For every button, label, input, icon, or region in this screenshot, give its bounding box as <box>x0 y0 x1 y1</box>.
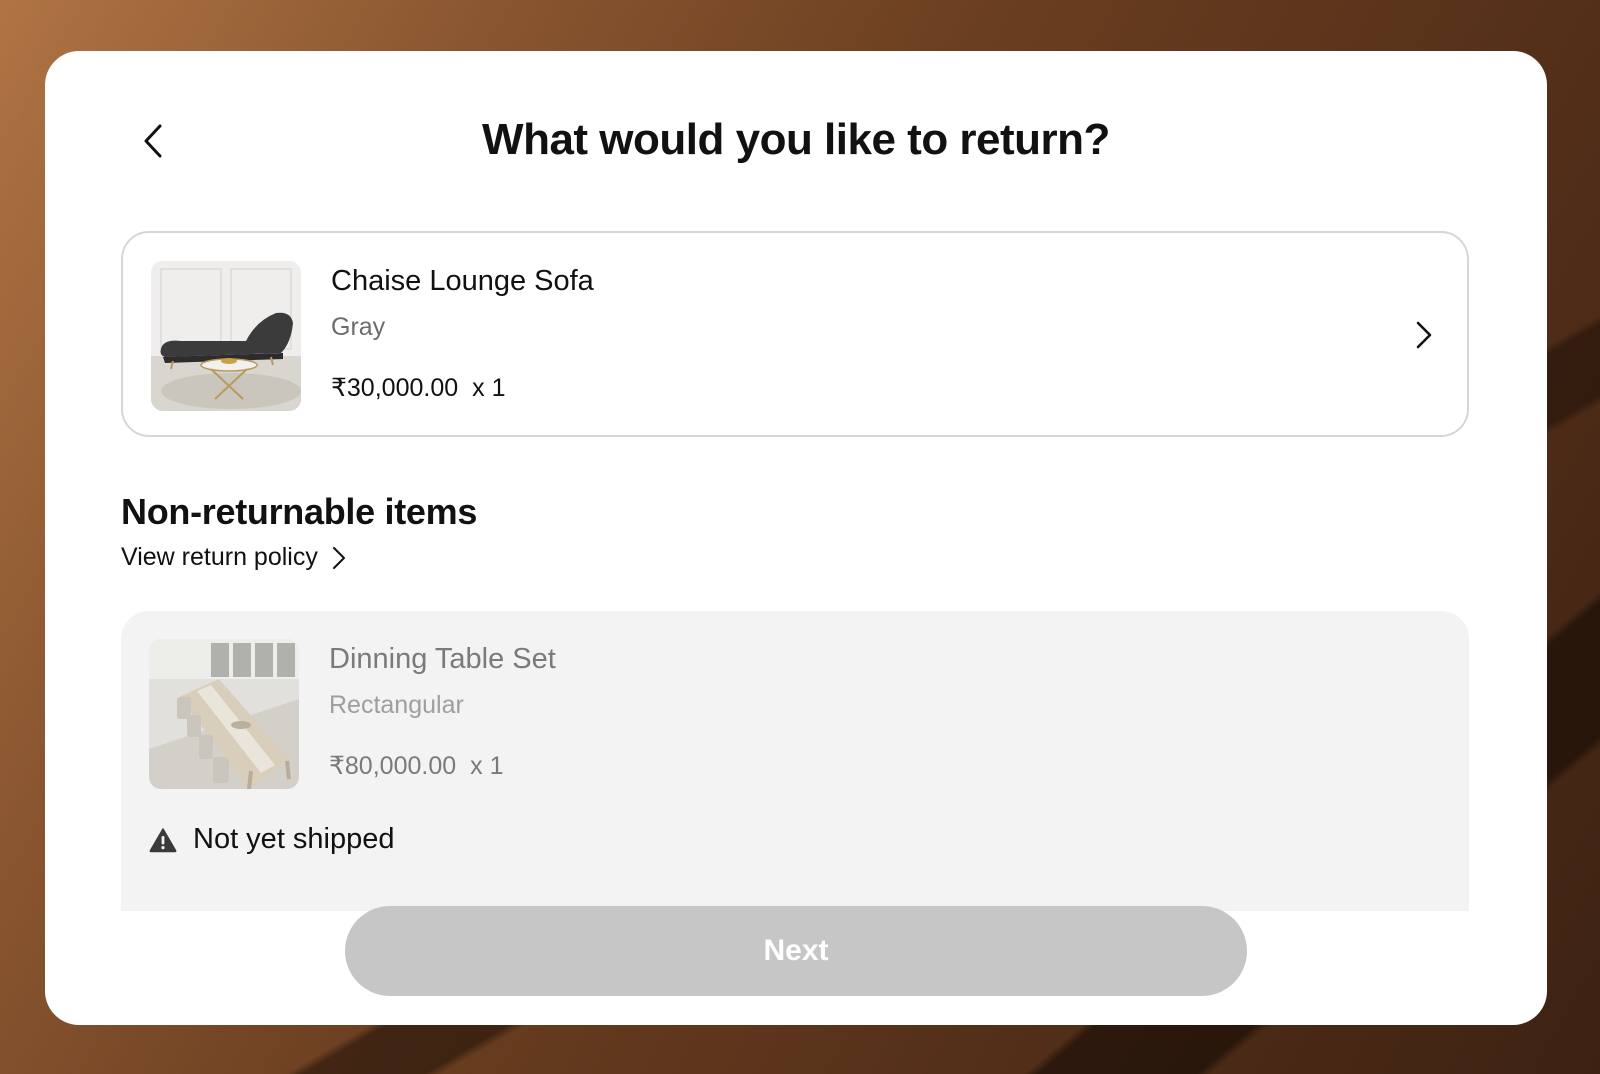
chevron-right-icon <box>1409 317 1439 353</box>
policy-link-label: View return policy <box>121 543 318 571</box>
chevron-right-icon <box>332 546 346 570</box>
item-quantity: x 1 <box>472 374 506 402</box>
item-variant: Gray <box>331 313 386 341</box>
non-returnable-heading: Non-returnable items <box>121 491 478 532</box>
item-price: ₹80,000.00 <box>329 752 457 780</box>
non-returnable-item-card: Dinning Table Set Rectangular ₹80,000.00… <box>121 611 1469 911</box>
shipping-status: Not yet shipped <box>149 823 395 856</box>
product-image-dining-table <box>149 639 299 789</box>
next-button[interactable]: Next <box>345 906 1247 996</box>
item-price: ₹30,000.00 <box>331 374 459 402</box>
item-name: Dinning Table Set <box>329 643 556 675</box>
product-image-sofa <box>151 261 301 411</box>
item-price-row: ₹80,000.00 x 1 <box>329 751 503 781</box>
returnable-item-card[interactable]: Chaise Lounge Sofa Gray ₹30,000.00 x 1 <box>121 231 1469 437</box>
return-dialog: What would you like to return? Chaise Lo… <box>45 51 1547 1025</box>
item-price-row: ₹30,000.00 x 1 <box>331 373 505 403</box>
item-variant: Rectangular <box>329 691 464 719</box>
page-title: What would you like to return? <box>482 115 1110 164</box>
item-name: Chaise Lounge Sofa <box>331 265 594 297</box>
status-text: Not yet shipped <box>193 823 395 855</box>
warning-icon <box>149 827 177 853</box>
view-return-policy-link[interactable]: View return policy <box>121 543 346 572</box>
item-quantity: x 1 <box>470 752 504 780</box>
